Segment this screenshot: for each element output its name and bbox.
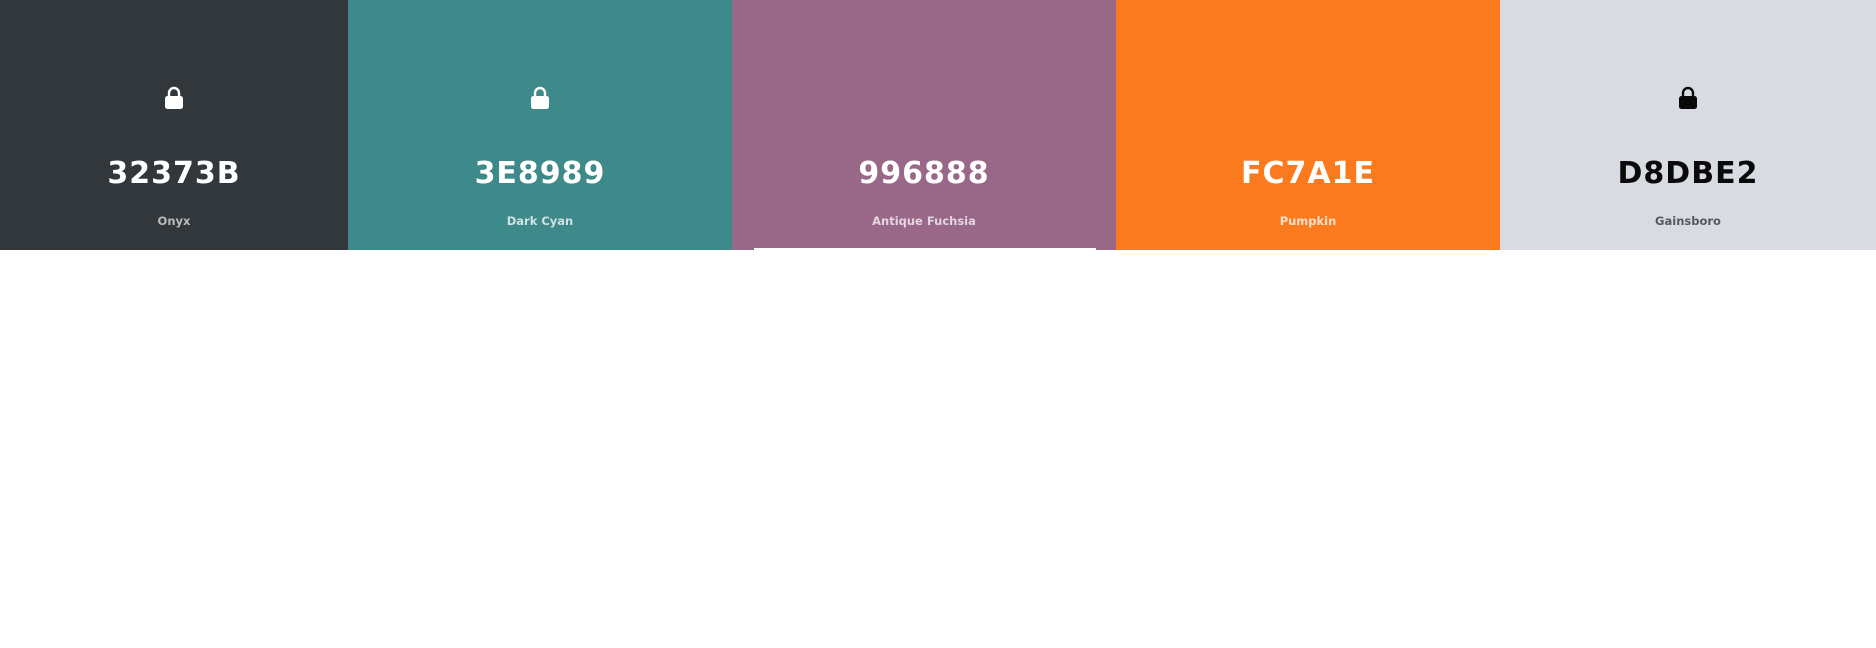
swatch-hex-code[interactable]: 996888 — [732, 156, 1116, 192]
swatch-color-name: Onyx — [157, 214, 191, 228]
lock-icon[interactable] — [1678, 86, 1698, 110]
swatch-onyx[interactable]: 32373B Onyx — [0, 0, 348, 250]
swatch-color-name: Pumpkin — [1279, 214, 1337, 228]
swatch-dark-cyan[interactable]: 3E8989 Dark Cyan — [348, 0, 732, 250]
swatch-hex-code[interactable]: D8DBE2 — [1500, 156, 1876, 192]
lock-icon[interactable] — [164, 86, 184, 110]
color-palette: 32373B Onyx 3E8989 Dark Cyan 996888 Anti… — [0, 0, 1876, 250]
swatch-color-name: Antique Fuchsia — [872, 214, 976, 228]
swatch-hex-code[interactable]: 3E8989 — [348, 156, 732, 192]
swatch-gainsboro[interactable]: D8DBE2 Gainsboro — [1500, 0, 1876, 250]
swatch-color-name: Gainsboro — [1655, 214, 1721, 228]
swatch-hex-code[interactable]: 32373B — [0, 156, 348, 192]
swatch-hex-code[interactable]: FC7A1E — [1116, 156, 1500, 192]
swatch-hover-indicator — [754, 248, 1096, 250]
swatch-color-name: Dark Cyan — [506, 214, 574, 228]
swatch-antique-fuchsia[interactable]: 996888 Antique Fuchsia — [732, 0, 1116, 250]
swatch-pumpkin[interactable]: FC7A1E Pumpkin — [1116, 0, 1500, 250]
lock-icon[interactable] — [530, 86, 550, 110]
